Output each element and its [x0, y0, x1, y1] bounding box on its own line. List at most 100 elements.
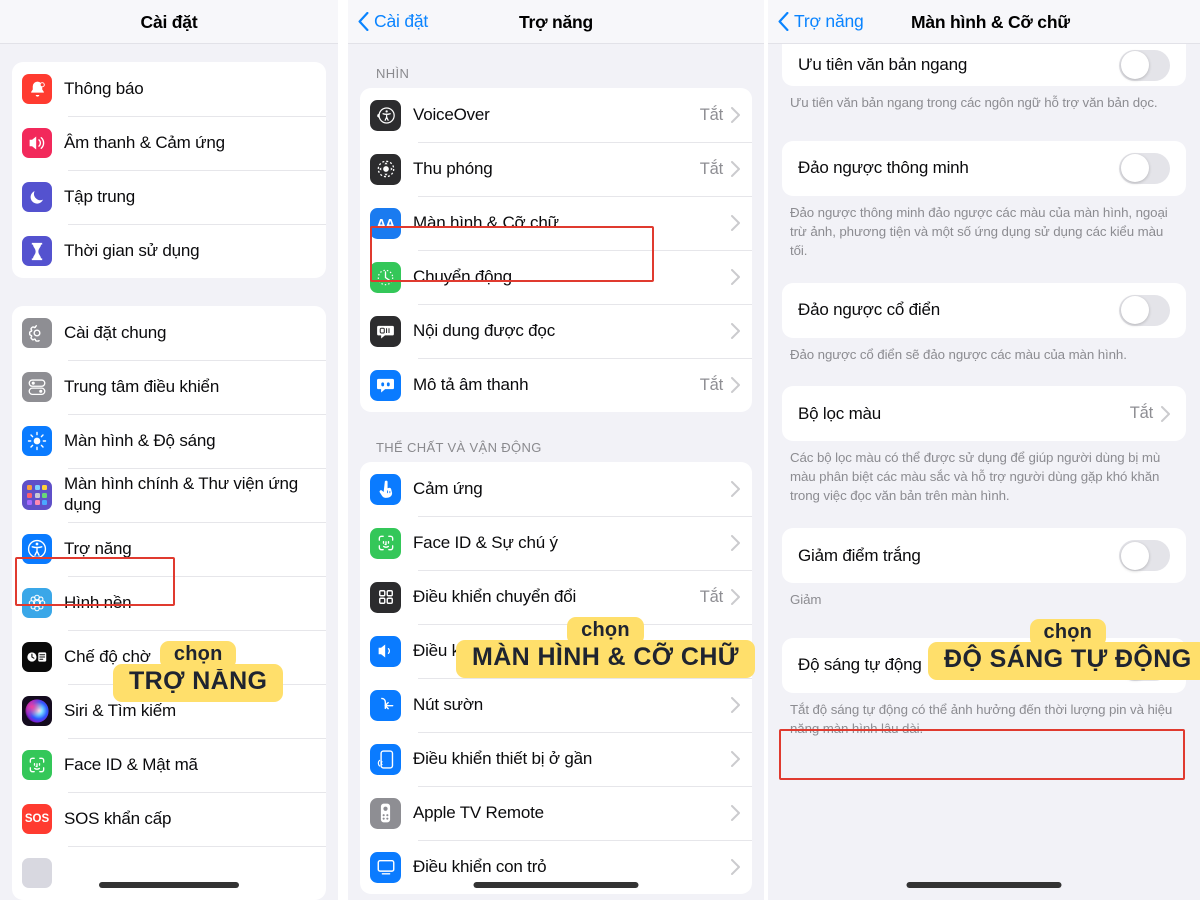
sidebar-item-label: Hình nền [64, 592, 132, 612]
list-item-noi-dung-duoc-doc[interactable]: Nội dung được đọc [360, 304, 752, 358]
settings-group-general: Cài đặt chung Trung tâm điều khiển Màn h… [12, 306, 326, 900]
list-item-voiceover[interactable]: VoiceOver Tắt [360, 88, 752, 142]
toggle-giam-diem-trang[interactable] [1119, 540, 1170, 571]
sidebar-item-label: Tập trung [64, 186, 135, 206]
toggle-dao-nguoc-thong-minh[interactable] [1119, 152, 1170, 184]
toggle-do-sang-tu-dong[interactable] [1119, 649, 1170, 681]
motion-icon [370, 261, 401, 293]
accessibility-scroll-area[interactable]: NHÌN VoiceOver Tắt Thu phóng Tắt AA Màn … [348, 44, 764, 900]
phone-panel-display-text-size: Trợ năng Màn hình & Cỡ chữ Ưu tiên văn b… [768, 0, 1200, 900]
accessibility-icon [22, 534, 52, 564]
sidebar-item-label: Trợ năng [64, 538, 132, 558]
sidebar-item-label: Chế độ chờ [64, 646, 151, 666]
list-item-mo-ta-am-thanh[interactable]: Mô tả âm thanh Tắt [360, 358, 752, 412]
chevron-right-icon [731, 643, 740, 659]
home-indicator [473, 882, 639, 888]
sidebar-item-label: Màn hình chính & Thư viện ứng dụng [64, 474, 299, 514]
list-item-label: Face ID & Sự chú ý [413, 532, 558, 552]
sidebar-item-tap-trung[interactable]: Tập trung [12, 170, 326, 224]
list-item-label: Màn hình & Cỡ chữ [413, 212, 559, 232]
accessibility-group-physical: Cảm ứng Face ID & Sự chú ý Điều khiển ch… [360, 462, 752, 894]
sidebar-item-thong-bao[interactable]: Thông báo [12, 62, 326, 116]
sidebar-item-label: Siri & Tìm kiếm [64, 700, 176, 720]
setting-value: Tắt [1129, 404, 1153, 423]
toggle-uu-tien-van-ban-ngang[interactable] [1119, 49, 1170, 81]
list-item-cam-ung[interactable]: Cảm ứng [360, 462, 752, 516]
sidebar-item-siri[interactable]: Siri & Tìm kiếm [12, 684, 326, 738]
sidebar-item-face-id[interactable]: Face ID & Mật mã [12, 738, 326, 792]
sidebar-item-man-hinh-do-sang[interactable]: Màn hình & Độ sáng [12, 414, 326, 468]
setting-row-dao-nguoc-co-dien[interactable]: Đảo ngược cổ điển [782, 282, 1186, 338]
chevron-right-icon [731, 323, 740, 339]
list-item-dieu-khien-thiet-bi-gan[interactable]: Điều khiển thiết bị ở gần [360, 732, 752, 786]
setting-footer: Ưu tiên văn bản ngang trong các ngôn ngữ… [790, 95, 1158, 110]
apple-tv-remote-icon [370, 797, 401, 829]
list-item-value: Tắt [699, 105, 723, 124]
sidebar-item-hinh-nen[interactable]: Hình nền [12, 576, 326, 630]
voiceover-icon [370, 99, 401, 131]
display-scroll-area[interactable]: Ưu tiên văn bản ngang Ưu tiên văn bản ng… [768, 44, 1200, 900]
list-item-thu-phong[interactable]: Thu phóng Tắt [360, 142, 752, 196]
setting-label: Ưu tiên văn bản ngang [798, 55, 968, 74]
sidebar-item-che-do-cho[interactable]: Chế độ chờ [12, 630, 326, 684]
setting-row-do-sang-tu-dong[interactable]: Độ sáng tự động [782, 637, 1186, 693]
list-item-label: VoiceOver [413, 104, 490, 124]
screenshot-root: Cài đặt Thông báo Âm thanh & Cảm ứng Tập… [0, 0, 1200, 900]
navbar-display-text-size: Trợ năng Màn hình & Cỡ chữ [768, 0, 1200, 44]
sidebar-item-sos[interactable]: SOS SOS khẩn cấp [12, 792, 326, 846]
chevron-right-icon [731, 859, 740, 875]
section-header-vision: NHÌN [376, 66, 410, 81]
sidebar-item-man-hinh-chinh[interactable]: Màn hình chính & Thư viện ứng dụng [12, 468, 326, 522]
settings-scroll-area[interactable]: Thông báo Âm thanh & Cảm ứng Tập trung T… [0, 44, 338, 900]
toggle-dao-nguoc-co-dien[interactable] [1119, 294, 1170, 326]
list-item-label: Mô tả âm thanh [413, 374, 529, 394]
setting-row-dao-nguoc-thong-minh[interactable]: Đảo ngược thông minh [782, 140, 1186, 196]
gear-icon [22, 318, 52, 348]
nearby-device-icon [370, 743, 401, 775]
page-title: Cài đặt [140, 11, 198, 32]
switch-control-icon [370, 581, 401, 613]
list-item-label: Cảm ứng [413, 478, 483, 498]
sidebar-item-cai-dat-chung[interactable]: Cài đặt chung [12, 306, 326, 360]
setting-label: Bộ lọc màu [798, 403, 882, 423]
list-item-chuyen-dong[interactable]: Chuyển động [360, 250, 752, 304]
zoom-icon [370, 153, 401, 185]
back-button-cai-dat[interactable]: Cài đặt [348, 11, 428, 32]
chevron-right-icon [731, 269, 740, 285]
list-item-nut-suon[interactable]: Nút sườn [360, 678, 752, 732]
bell-icon [22, 74, 52, 104]
sidebar-item-partial[interactable] [12, 846, 326, 900]
phone-panel-settings: Cài đặt Thông báo Âm thanh & Cảm ứng Tập… [0, 0, 338, 900]
aa-icon: AA [370, 207, 401, 239]
sidebar-item-label: Thông báo [64, 78, 144, 98]
pointer-control-icon [370, 851, 401, 883]
sos-icon: SOS [22, 804, 52, 834]
list-item-dieu-khien-giong-noi[interactable]: Điều khiển bằng giọng nói [360, 624, 752, 678]
setting-row-uu-tien-van-ban-ngang[interactable]: Ưu tiên văn bản ngang [782, 44, 1186, 86]
sidebar-item-tro-nang[interactable]: Trợ năng [12, 522, 326, 576]
list-item-label: Điều khiển con trỏ [413, 856, 547, 876]
sidebar-item-trung-tam-dieu-khien[interactable]: Trung tâm điều khiển [12, 360, 326, 414]
list-item-label: Điều khiển thiết bị ở gần [413, 748, 593, 768]
chevron-right-icon [731, 481, 740, 497]
back-button-tro-nang[interactable]: Trợ năng [768, 11, 864, 32]
faceid-icon [22, 750, 52, 780]
audio-description-icon [370, 369, 401, 401]
list-item-value: Tắt [699, 587, 723, 606]
sidebar-item-thoi-gian[interactable]: Thời gian sử dụng [12, 224, 326, 278]
list-item-label: Chuyển động [413, 266, 512, 286]
phone-panel-accessibility: Cài đặt Trợ năng NHÌN VoiceOver Tắt Thu … [348, 0, 764, 900]
list-item-man-hinh-co-chu[interactable]: AA Màn hình & Cỡ chữ [360, 196, 752, 250]
list-item-apple-tv-remote[interactable]: Apple TV Remote [360, 786, 752, 840]
control-center-icon [22, 372, 52, 402]
setting-footer: Đảo ngược cổ điển sẽ đảo ngược các màu c… [790, 346, 1127, 362]
back-button-label: Trợ năng [794, 11, 864, 31]
list-item-dieu-khien-chuyen-doi[interactable]: Điều khiển chuyển đổi Tắt [360, 570, 752, 624]
voice-control-icon [370, 635, 401, 667]
setting-row-bo-loc-mau[interactable]: Bộ lọc màu Tắt [782, 386, 1186, 442]
list-item-label: Nội dung được đọc [413, 320, 555, 340]
list-item-face-id-su-chu-y[interactable]: Face ID & Sự chú ý [360, 516, 752, 570]
sidebar-item-am-thanh[interactable]: Âm thanh & Cảm ứng [12, 116, 326, 170]
setting-row-giam-diem-trang[interactable]: Giảm điểm trắng [782, 528, 1186, 583]
chevron-right-icon [731, 751, 740, 767]
